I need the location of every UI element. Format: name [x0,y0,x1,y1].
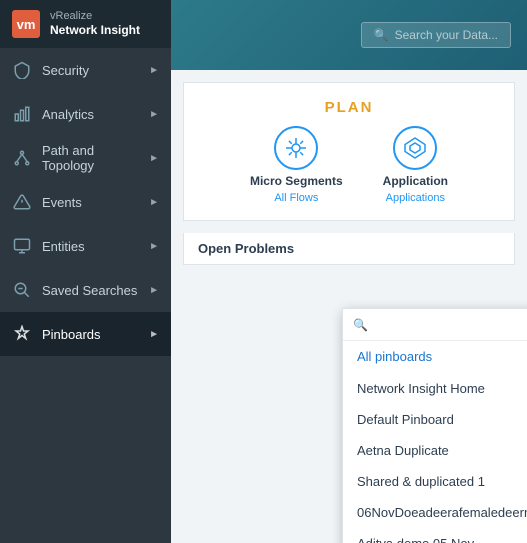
sidebar-nav: Security ► Analytics ► Path and Topology [0,48,171,543]
plan-title: PLAN [325,99,374,116]
application-name: Application [383,174,448,188]
app-logo-icon: vm [12,10,40,38]
sidebar-item-analytics-label: Analytics [42,107,139,122]
plan-item-micro-segments[interactable]: Micro Segments All Flows [250,126,343,204]
saved-search-icon [12,280,32,300]
pin-icon [12,324,32,344]
chevron-right-icon: ► [149,65,159,76]
pinboards-search-input[interactable] [374,317,527,332]
pinboard-item-home[interactable]: Network Insight Home ⌂ [343,372,527,404]
pinboards-dropdown: 🔍 All pinboards Network Insight Home ⌂ D… [342,308,527,543]
global-search-bar[interactable]: 🔍 Search your Data... [361,22,511,48]
pinboards-search[interactable]: 🔍 [343,309,527,341]
micro-segments-name: Micro Segments [250,174,343,188]
sidebar-item-saved-searches[interactable]: Saved Searches ► [0,268,171,312]
pinboard-item-default-label: Default Pinboard [357,412,527,427]
micro-segments-icon [274,126,318,170]
pinboard-item-default[interactable]: Default Pinboard [343,404,527,435]
sidebar-item-entities-label: Entities [42,239,139,254]
chevron-right-icon: ► [149,153,159,164]
pinboard-item-long[interactable]: 06NovDoeadeerafemaledeerrayadropofgolden… [343,497,527,528]
application-sub: Applications [386,192,445,204]
pinboard-item-shared-label: Shared & duplicated 1 [357,474,527,489]
search-icon-sm: 🔍 [353,318,368,332]
pinboard-item-home-label: Network Insight Home [357,381,527,396]
app-title: Network Insight [50,23,140,37]
chevron-right-icon: ► [149,329,159,340]
sidebar-item-pinboards-label: Pinboards [42,327,139,342]
warning-icon [12,192,32,212]
pinboard-item-all-label: All pinboards [357,349,527,364]
sidebar-item-saved-searches-label: Saved Searches [42,283,139,298]
sidebar-item-events-label: Events [42,195,139,210]
pinboard-item-aditya[interactable]: Aditya demo 05 Nov [343,528,527,543]
pinboard-item-shared[interactable]: Shared & duplicated 1 [343,466,527,497]
sidebar-item-events[interactable]: Events ► [0,180,171,224]
main-header: 🔍 Search your Data... [171,0,527,70]
app-logo-text: vRealize Network Insight [50,10,140,38]
pinboard-item-long-label: 06NovDoeadeerafemaledeerrayadropofgolden… [357,505,527,520]
chevron-right-icon: ► [149,197,159,208]
sidebar-item-entities[interactable]: Entities ► [0,224,171,268]
chevron-right-icon: ► [149,285,159,296]
sidebar-item-security[interactable]: Security ► [0,48,171,92]
sidebar-item-path-topology-label: Path and Topology [42,143,139,173]
sidebar-item-analytics[interactable]: Analytics ► [0,92,171,136]
chevron-right-icon: ► [149,109,159,120]
network-icon [12,148,32,168]
monitor-icon [12,236,32,256]
app-vendor: vRealize [50,10,140,23]
shield-icon [12,60,32,80]
plan-section: PLAN Micro Segments [183,82,515,221]
chevron-right-icon: ► [149,241,159,252]
plan-items: Micro Segments All Flows Application App… [250,126,448,204]
pinboard-item-all[interactable]: All pinboards [343,341,527,372]
sidebar-item-path-topology[interactable]: Path and Topology ► [0,136,171,180]
search-icon: 🔍 [374,28,389,42]
pinboards-list: All pinboards Network Insight Home ⌂ Def… [343,341,527,543]
main-content: 🔍 Search your Data... PLAN [171,0,527,543]
sidebar-item-security-label: Security [42,63,139,78]
pinboard-item-aetna-label: Aetna Duplicate [357,443,527,458]
plan-item-application[interactable]: Application Applications [383,126,448,204]
chart-icon [12,104,32,124]
search-placeholder: Search your Data... [395,28,498,42]
sidebar: vm vRealize Network Insight Security ► A [0,0,171,543]
pinboard-item-aditya-label: Aditya demo 05 Nov [357,536,527,543]
application-icon [393,126,437,170]
micro-segments-sub: All Flows [274,192,318,204]
open-problems-label: Open Problems [183,233,515,265]
sidebar-logo[interactable]: vm vRealize Network Insight [0,0,171,48]
sidebar-item-pinboards[interactable]: Pinboards ► [0,312,171,356]
pinboard-item-aetna[interactable]: Aetna Duplicate [343,435,527,466]
